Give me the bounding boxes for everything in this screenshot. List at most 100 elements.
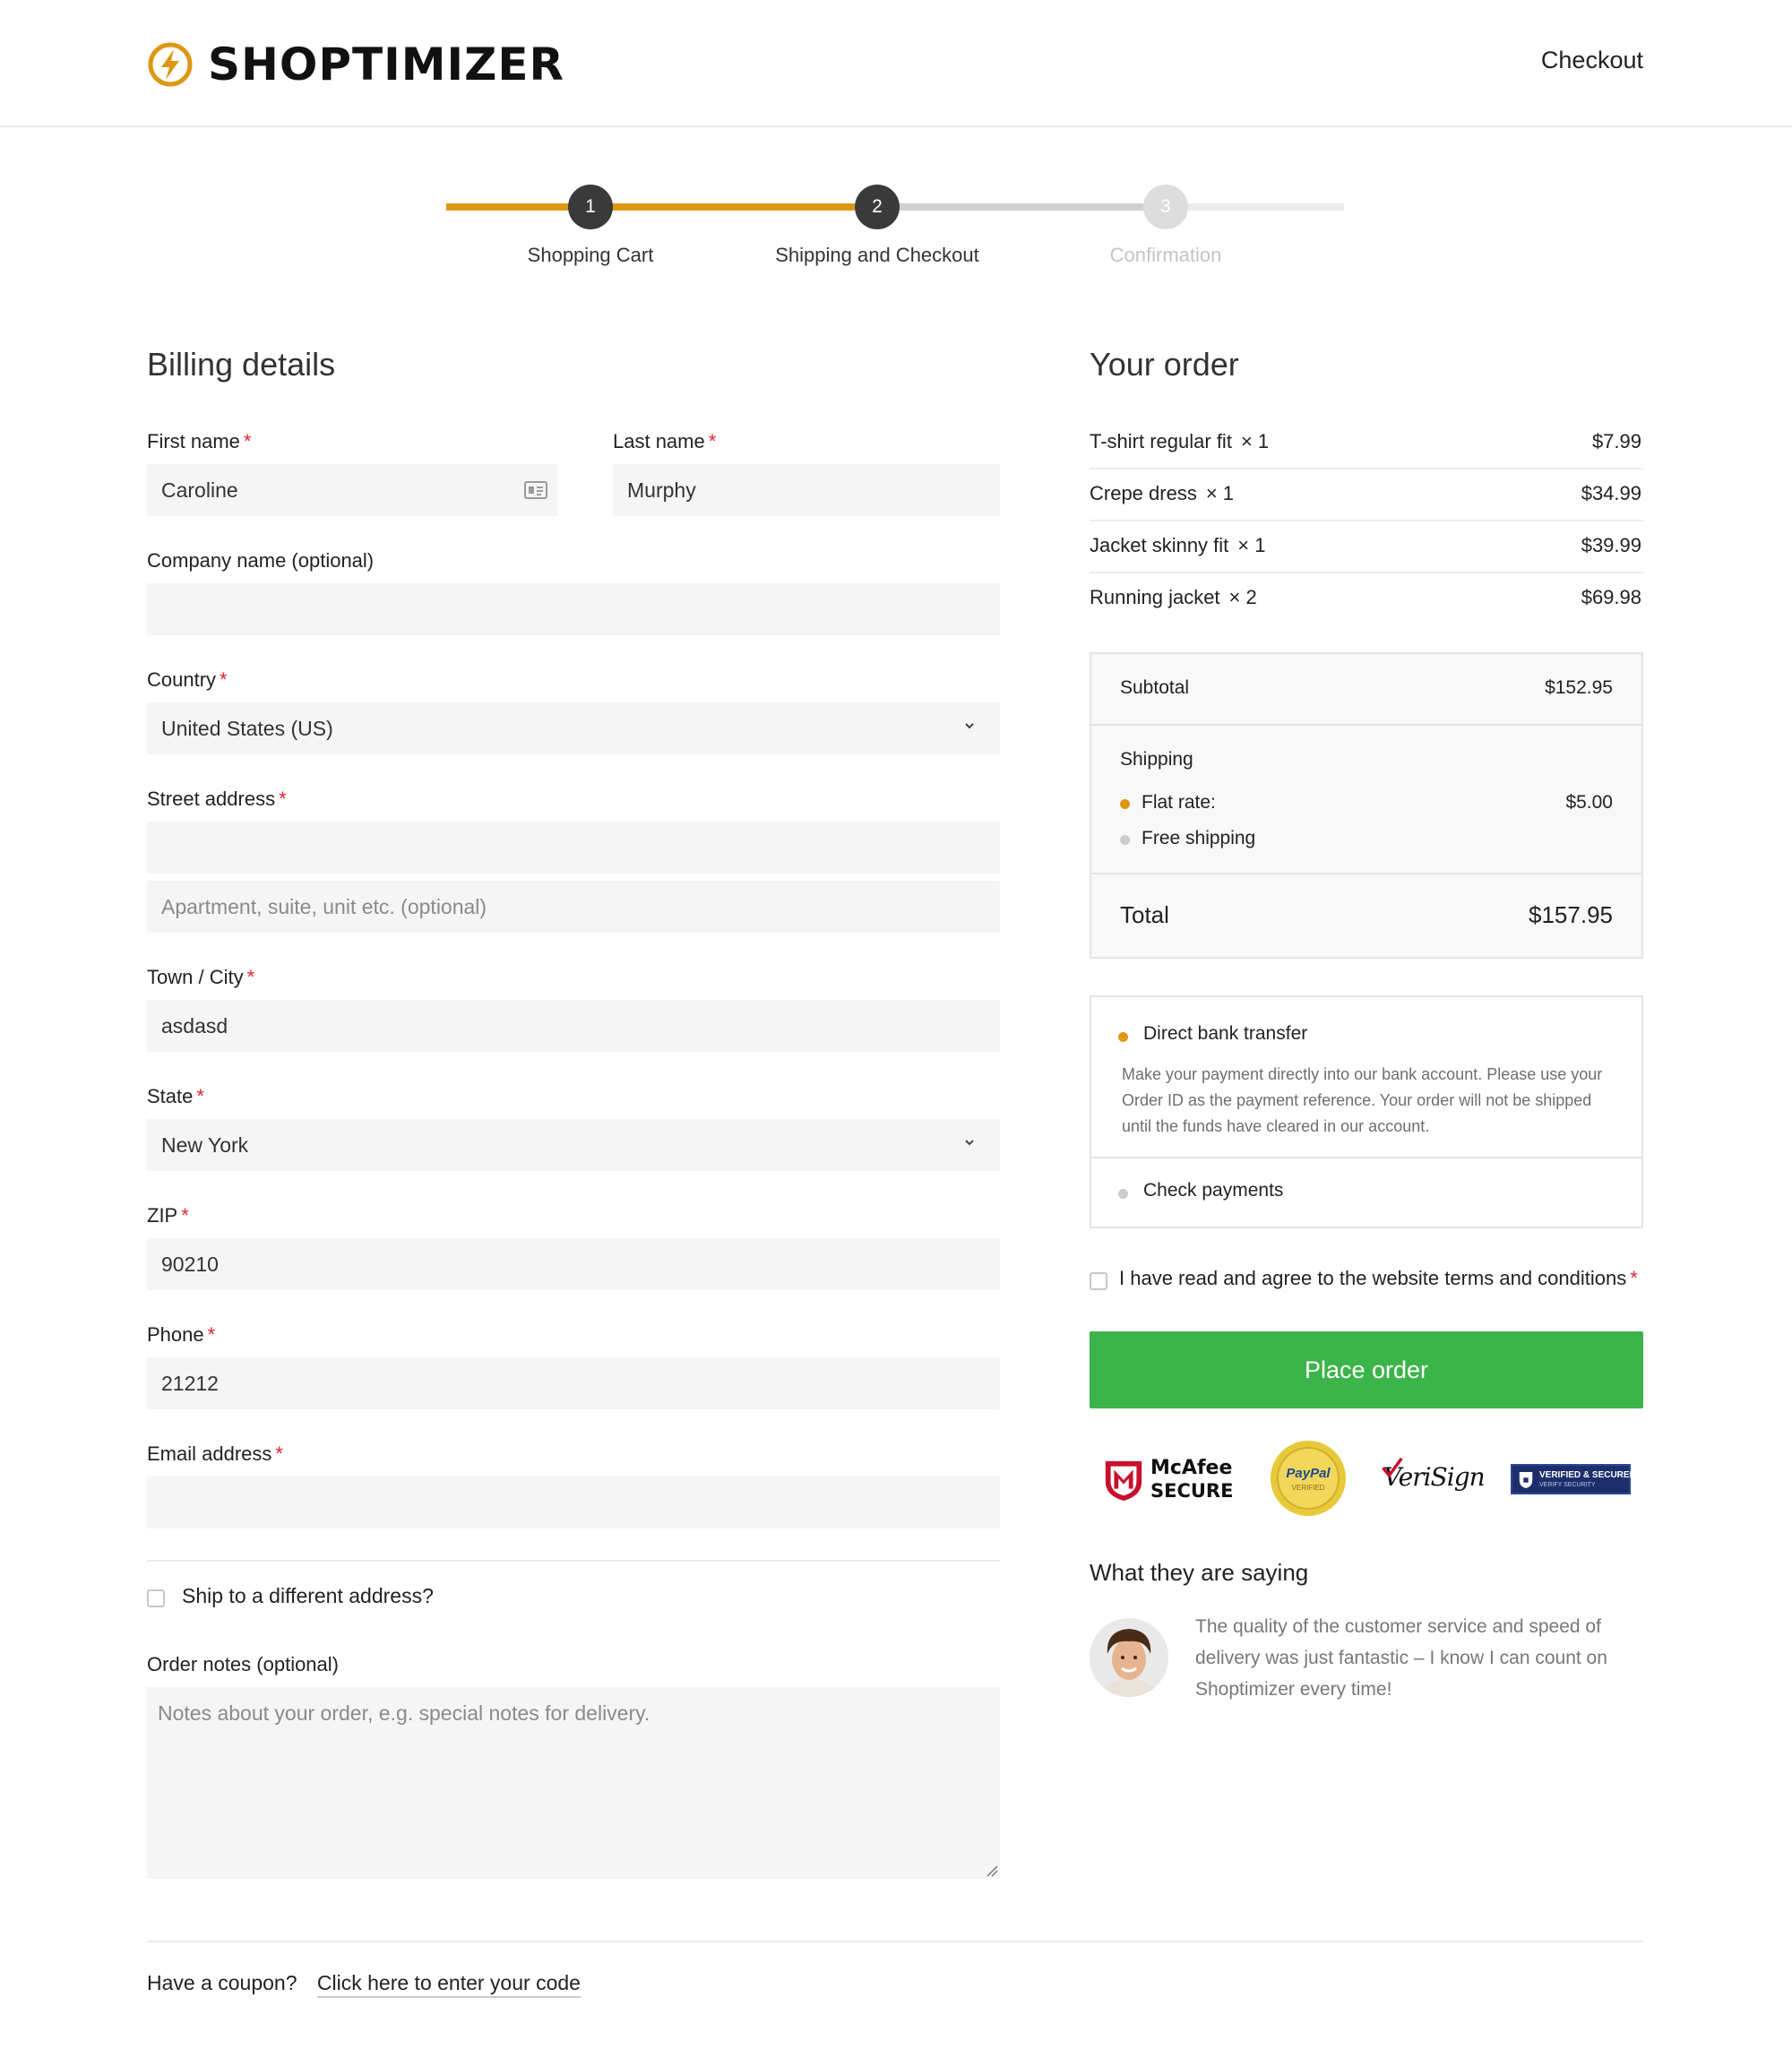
divider xyxy=(1091,1157,1641,1158)
order-item-name: Jacket skinny fit × 1 xyxy=(1090,534,1265,557)
last-name-input[interactable]: Murphy xyxy=(613,464,1000,516)
payment-method-check[interactable]: Check payments xyxy=(1143,1180,1283,1201)
label-text: Phone xyxy=(147,1323,204,1346)
label-text: Last name xyxy=(613,430,705,452)
required-mark: * xyxy=(279,788,287,810)
order-notes-placeholder: Notes about your order, e.g. special not… xyxy=(158,1701,650,1725)
terms-text: I have read and agree to the website ter… xyxy=(1119,1267,1627,1289)
label-text: Town / City xyxy=(147,966,244,988)
subtotal-label: Subtotal xyxy=(1120,677,1190,698)
required-mark: * xyxy=(196,1085,204,1107)
shipping-label: Shipping xyxy=(1120,749,1193,770)
step-3-label: Confirmation xyxy=(1109,244,1222,266)
company-input[interactable] xyxy=(147,583,1000,635)
testimonial-quote: The quality of the customer service and … xyxy=(1195,1616,1607,1700)
shipping-option-free[interactable]: Free shipping xyxy=(1142,828,1255,849)
shipping-option-flat-price: $5.00 xyxy=(1565,792,1613,813)
phone-value: 21212 xyxy=(161,1371,219,1395)
payment-method-bank[interactable]: Direct bank transfer xyxy=(1143,1023,1307,1045)
label-text: State xyxy=(147,1085,194,1107)
zip-input[interactable]: 90210 xyxy=(147,1238,1000,1290)
order-item-name: Crepe dress × 1 xyxy=(1090,482,1234,505)
step-number: 3 xyxy=(1160,196,1171,217)
required-mark: * xyxy=(207,1323,216,1346)
terms-label[interactable]: I have read and agree to the website ter… xyxy=(1119,1267,1638,1290)
shipping-option-flat[interactable]: Flat rate: xyxy=(1142,792,1216,814)
item-qty: × 1 xyxy=(1205,482,1235,504)
ship-different-checkbox[interactable] xyxy=(147,1589,165,1607)
checkout-progress: 1 2 3 Shopping Cart Shipping and Checkou… xyxy=(446,185,1346,274)
required-mark: * xyxy=(243,430,252,452)
resize-handle-icon[interactable] xyxy=(986,1864,998,1877)
required-mark: * xyxy=(275,1442,283,1465)
verify-security-text: VERIFY SECURITY xyxy=(1539,1482,1596,1488)
brand-name: SHOPTIMIZER xyxy=(208,39,564,90)
order-item-price: $34.99 xyxy=(1581,482,1641,504)
order-item: Crepe dress × 1 $34.99 xyxy=(1090,469,1643,521)
coupon-notice: Have a coupon? Click here to enter your … xyxy=(147,1971,581,1998)
order-totals: Subtotal $152.95 Shipping Flat rate: $5.… xyxy=(1090,652,1643,959)
zip-value: 90210 xyxy=(161,1252,219,1276)
mcafee-secure-text: SECURE xyxy=(1150,1480,1234,1502)
order-item: Jacket skinny fit × 1 $39.99 xyxy=(1090,521,1643,573)
phone-label: Phone * xyxy=(147,1323,215,1347)
apartment-placeholder: Apartment, suite, unit etc. (optional) xyxy=(161,894,487,918)
radio-selected-icon[interactable] xyxy=(1118,1032,1128,1042)
label-text: ZIP xyxy=(147,1204,178,1227)
ship-different-label[interactable]: Ship to a different address? xyxy=(182,1584,434,1608)
lock-shield-icon xyxy=(1519,1472,1533,1488)
verisign-check-icon xyxy=(1382,1457,1403,1478)
last-name-label: Last name * xyxy=(613,430,716,453)
required-mark: * xyxy=(246,966,255,988)
radio-selected-icon[interactable] xyxy=(1120,799,1130,809)
order-item-price: $69.98 xyxy=(1581,586,1641,608)
city-value: asdasd xyxy=(161,1013,228,1038)
order-title: Your order xyxy=(1090,346,1239,383)
state-select[interactable]: New York xyxy=(147,1119,1000,1171)
step-number: 1 xyxy=(585,196,596,217)
chevron-down-icon xyxy=(965,723,974,729)
avatar-portrait xyxy=(1090,1618,1168,1697)
first-name-input[interactable]: Caroline xyxy=(147,464,557,516)
zip-label: ZIP * xyxy=(147,1204,189,1227)
label-text: Street address xyxy=(147,788,276,810)
radio-unselected-icon[interactable] xyxy=(1120,835,1130,845)
label-text: Email address xyxy=(147,1442,272,1465)
item-qty: × 2 xyxy=(1228,586,1257,608)
step-3-circle: 3 xyxy=(1143,185,1188,229)
place-order-button[interactable]: Place order xyxy=(1090,1331,1643,1408)
total-value: $157.95 xyxy=(1529,901,1613,928)
order-item: T-shirt regular fit × 1 $7.99 xyxy=(1090,418,1643,469)
street-label: Street address * xyxy=(147,788,287,811)
item-qty: × 1 xyxy=(1240,430,1270,452)
coupon-link[interactable]: Click here to enter your code xyxy=(316,1971,581,1998)
state-value: New York xyxy=(161,1132,249,1157)
city-input[interactable]: asdasd xyxy=(147,1000,1000,1052)
mcafee-text: McAfee xyxy=(1150,1457,1233,1479)
paypal-text: PayPal xyxy=(1286,1466,1331,1481)
divider xyxy=(147,1560,1000,1562)
total-label: Total xyxy=(1120,901,1169,928)
label-text: Country xyxy=(147,668,217,691)
step-1-label[interactable]: Shopping Cart xyxy=(528,244,654,267)
logo[interactable]: SHOPTIMIZER xyxy=(147,39,564,90)
contact-card-icon[interactable] xyxy=(523,478,548,502)
paypal-verified-text: VERIFIED xyxy=(1291,1484,1325,1492)
verisign-badge: VeriSign xyxy=(1382,1457,1486,1500)
order-notes-textarea[interactable]: Notes about your order, e.g. special not… xyxy=(147,1687,1000,1879)
phone-input[interactable]: 21212 xyxy=(147,1357,1000,1409)
email-input[interactable] xyxy=(147,1477,1000,1528)
terms-checkbox[interactable] xyxy=(1090,1272,1107,1290)
item-name: Crepe dress xyxy=(1090,482,1197,504)
apartment-input[interactable]: Apartment, suite, unit etc. (optional) xyxy=(147,881,1000,933)
radio-unselected-icon[interactable] xyxy=(1118,1189,1128,1199)
last-name-value: Murphy xyxy=(627,478,696,502)
street-input[interactable] xyxy=(147,822,1000,874)
step-1-circle: 1 xyxy=(568,185,613,229)
mcafee-shield-icon xyxy=(1105,1460,1142,1502)
divider xyxy=(147,1941,1643,1942)
country-select[interactable]: United States (US) xyxy=(147,702,1000,754)
order-item-name: T-shirt regular fit × 1 xyxy=(1090,430,1269,453)
billing-title: Billing details xyxy=(147,346,336,383)
required-mark: * xyxy=(1630,1267,1638,1289)
